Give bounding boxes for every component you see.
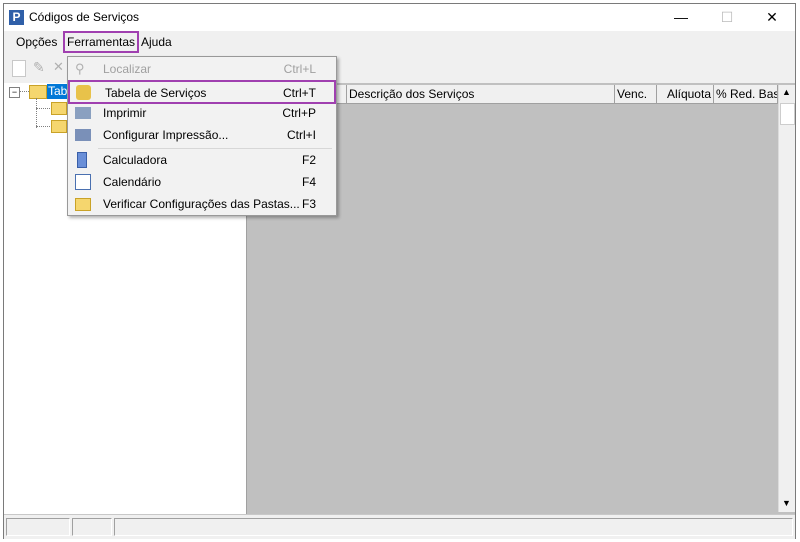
scroll-down-icon[interactable]: ▼ bbox=[782, 498, 791, 508]
menu-item-label: Imprimir bbox=[103, 106, 147, 120]
tree-connector bbox=[36, 108, 50, 109]
collapse-toggle-icon[interactable]: − bbox=[9, 87, 20, 98]
folder-icon[interactable] bbox=[51, 102, 67, 115]
menu-item-label: Calculadora bbox=[103, 153, 168, 167]
scroll-thumb[interactable] bbox=[780, 103, 795, 125]
menu-item-calculadora[interactable]: Calculadora F2 bbox=[70, 149, 334, 171]
column-header-venc[interactable]: Venc. bbox=[615, 85, 657, 103]
tree-root-item[interactable]: Tab bbox=[47, 84, 69, 99]
menu-item-shortcut: F2 bbox=[301, 153, 316, 167]
calculator-icon bbox=[77, 152, 87, 168]
printer-icon bbox=[75, 107, 91, 119]
title-bar: P Códigos de Serviços — ☐ ✕ bbox=[4, 4, 795, 31]
maximize-button[interactable]: ☐ bbox=[704, 4, 750, 31]
minimize-button[interactable]: — bbox=[658, 4, 704, 31]
menu-item-localizar[interactable]: ⚲ Localizar Ctrl+L bbox=[70, 58, 334, 80]
print-setup-icon bbox=[75, 129, 91, 141]
window-title: Códigos de Serviços bbox=[29, 10, 140, 24]
new-document-icon[interactable] bbox=[12, 60, 26, 77]
menu-item-verificar-pastas[interactable]: Verificar Configurações das Pastas... F3 bbox=[70, 193, 334, 215]
search-icon: ⚲ bbox=[75, 61, 85, 76]
scroll-up-icon[interactable]: ▲ bbox=[782, 87, 791, 97]
menu-item-shortcut: Ctrl+T bbox=[283, 86, 316, 100]
status-panel bbox=[6, 518, 70, 536]
status-panel bbox=[72, 518, 112, 536]
column-header-descricao[interactable]: Descrição dos Serviços bbox=[347, 85, 615, 103]
column-header-red-base[interactable]: % Red. Bas bbox=[714, 85, 778, 103]
vertical-scrollbar[interactable]: ▲ ▼ bbox=[778, 85, 795, 512]
menu-ajuda[interactable]: Ajuda bbox=[138, 34, 175, 50]
menu-item-label: Configurar Impressão... bbox=[103, 128, 229, 142]
menu-item-shortcut: Ctrl+L bbox=[283, 62, 316, 76]
folder-check-icon bbox=[75, 198, 91, 211]
column-header-aliquota[interactable]: Alíquota bbox=[657, 85, 714, 103]
menu-item-label: Verificar Configurações das Pastas... bbox=[103, 197, 300, 211]
menu-item-tabela-servicos[interactable]: Tabela de Serviços Ctrl+T bbox=[68, 80, 336, 104]
menu-item-shortcut: Ctrl+P bbox=[282, 106, 316, 120]
menu-item-label: Localizar bbox=[103, 62, 152, 76]
menu-opcoes[interactable]: Opções bbox=[13, 34, 60, 50]
tree-connector bbox=[36, 126, 50, 127]
status-panel bbox=[114, 518, 793, 536]
edit-pencil-icon[interactable]: ✎ bbox=[33, 59, 45, 76]
folder-icon bbox=[29, 85, 47, 99]
menu-item-imprimir[interactable]: Imprimir Ctrl+P bbox=[70, 102, 334, 124]
tree-connector bbox=[19, 91, 29, 92]
app-icon: P bbox=[9, 10, 24, 25]
tree-connector bbox=[36, 98, 37, 128]
delete-icon[interactable]: ✕ bbox=[53, 59, 64, 75]
menu-bar: Opções Ferramentas Ajuda bbox=[4, 31, 795, 53]
calendar-icon bbox=[75, 174, 91, 190]
menu-item-calendario[interactable]: Calendário F4 bbox=[70, 171, 334, 193]
app-window: P Códigos de Serviços — ☐ ✕ Opções Ferra… bbox=[3, 3, 796, 539]
close-button[interactable]: ✕ bbox=[749, 4, 795, 31]
menu-item-configurar-impressao[interactable]: Configurar Impressão... Ctrl+I bbox=[70, 124, 334, 146]
menu-item-label: Tabela de Serviços bbox=[105, 86, 207, 100]
status-bar bbox=[4, 514, 795, 539]
menu-item-label: Calendário bbox=[103, 175, 162, 189]
menu-ferramentas[interactable]: Ferramentas bbox=[63, 31, 140, 53]
services-table-icon bbox=[76, 85, 91, 100]
ferramentas-dropdown-menu: ⚲ Localizar Ctrl+L Tabela de Serviços Ct… bbox=[67, 56, 337, 216]
menu-item-shortcut: F4 bbox=[301, 175, 316, 189]
menu-item-shortcut: Ctrl+I bbox=[286, 128, 316, 142]
folder-icon[interactable] bbox=[51, 120, 67, 133]
menu-item-shortcut: F3 bbox=[301, 197, 316, 211]
